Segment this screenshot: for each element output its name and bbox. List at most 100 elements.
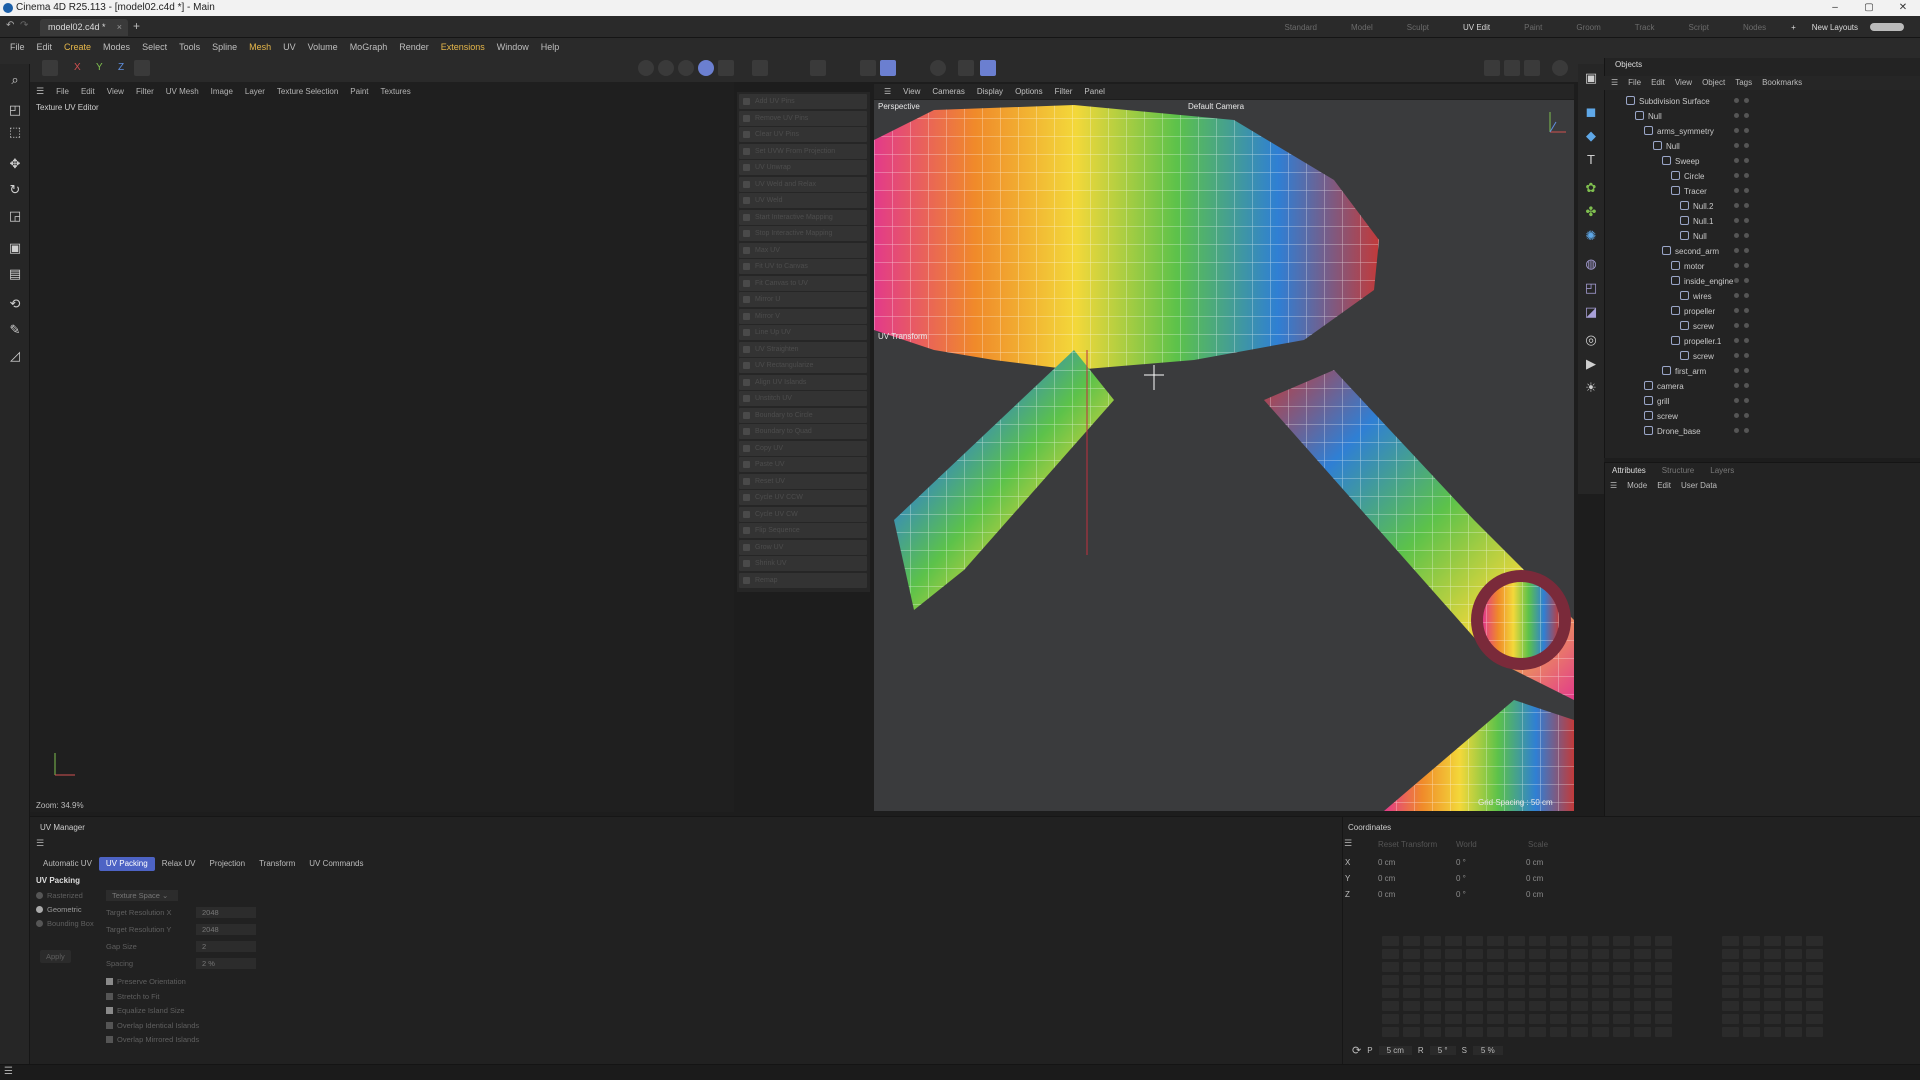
uv-command-item[interactable]: Mirror U	[739, 292, 867, 307]
uv-command-item[interactable]: Line Up UV	[739, 325, 867, 340]
menu-mesh[interactable]: Mesh	[243, 38, 277, 56]
object-tree-item[interactable]: Drone_base	[1644, 424, 1701, 439]
layers-tab[interactable]: Layers	[1710, 466, 1734, 475]
packing-field-input[interactable]: 2048	[196, 924, 256, 935]
animation-key[interactable]	[1806, 1027, 1823, 1037]
polygons-mode-icon[interactable]	[678, 60, 694, 76]
keyframe-key[interactable]	[1466, 936, 1483, 946]
keyframe-key[interactable]	[1424, 1001, 1441, 1011]
keyframe-key[interactable]	[1550, 1027, 1567, 1037]
keyframe-key[interactable]	[1529, 949, 1546, 959]
layout-sculpt[interactable]: Sculpt	[1390, 23, 1446, 32]
tab-transform[interactable]: Transform	[252, 857, 302, 871]
animation-key[interactable]	[1722, 1014, 1739, 1024]
keyframe-key[interactable]	[1508, 962, 1525, 972]
menu-window[interactable]: Window	[491, 38, 535, 56]
keyframe-key[interactable]	[1466, 975, 1483, 985]
uv-command-item[interactable]: Boundary to Quad	[739, 424, 867, 439]
visibility-dots-icon[interactable]	[1734, 426, 1764, 437]
snap-p-field[interactable]: 5 cm	[1378, 1046, 1412, 1055]
keyframe-key[interactable]	[1655, 1014, 1672, 1024]
object-tree-item[interactable]: wires	[1680, 289, 1712, 304]
viewport-menu-options[interactable]: Options	[1009, 84, 1049, 99]
add-layout-button[interactable]: +	[1783, 23, 1804, 32]
points-mode-icon[interactable]	[638, 60, 654, 76]
select-tool-icon[interactable]: ◰	[7, 102, 23, 118]
keyframe-key[interactable]	[1634, 1001, 1651, 1011]
uv-transform-icon[interactable]: ▤	[7, 266, 23, 282]
uv-command-item[interactable]: UV Rectangularize	[739, 358, 867, 373]
layout-standard[interactable]: Standard	[1267, 23, 1333, 32]
keyframe-key[interactable]	[1445, 949, 1462, 959]
keyframe-key[interactable]	[1529, 1014, 1546, 1024]
uv-command-item[interactable]: Boundary to Circle	[739, 407, 867, 423]
keyframe-key[interactable]	[1550, 975, 1567, 985]
keyframe-key[interactable]	[1655, 1001, 1672, 1011]
keyframe-key[interactable]	[1424, 1027, 1441, 1037]
visibility-dots-icon[interactable]	[1734, 366, 1764, 377]
visibility-dots-icon[interactable]	[1734, 336, 1764, 347]
object-tree-item[interactable]: inside_engine	[1671, 274, 1733, 289]
keyframe-key[interactable]	[1571, 1014, 1588, 1024]
search-icon[interactable]: ⌕	[7, 72, 23, 88]
keyframe-key[interactable]	[1403, 1027, 1420, 1037]
menu-mograph[interactable]: MoGraph	[344, 38, 394, 56]
keyframe-key[interactable]	[1403, 975, 1420, 985]
generator-icon[interactable]: ✿	[1583, 180, 1599, 196]
packing-field-input[interactable]: 2	[196, 941, 256, 952]
keyframe-key[interactable]	[1592, 988, 1609, 998]
visibility-dots-icon[interactable]	[1734, 216, 1764, 227]
keyframe-key[interactable]	[1466, 988, 1483, 998]
uv-command-item[interactable]: Shrink UV	[739, 556, 867, 571]
keyframe-key[interactable]	[1424, 962, 1441, 972]
uv-command-item[interactable]: UV Weld and Relax	[739, 176, 867, 192]
menu-volume[interactable]: Volume	[302, 38, 344, 56]
live-select-icon[interactable]: ⬚	[7, 124, 23, 140]
uv-command-item[interactable]: Flip Sequence	[739, 523, 867, 538]
uv-grid-icon[interactable]	[880, 60, 896, 76]
uv-command-item[interactable]: Paste UV	[739, 457, 867, 472]
spline-icon[interactable]: ◆	[1583, 128, 1599, 144]
workplane-icon[interactable]	[930, 60, 946, 76]
keyframe-key[interactable]	[1550, 962, 1567, 972]
keyframe-key[interactable]	[1445, 1001, 1462, 1011]
uv-command-item[interactable]: UV Unwrap	[739, 160, 867, 175]
keyframe-key[interactable]	[1508, 936, 1525, 946]
packing-option-checkbox[interactable]: Stretch to Fit	[106, 992, 160, 1001]
snap-s-field[interactable]: 5 %	[1472, 1046, 1503, 1055]
layout-toggle[interactable]	[1870, 23, 1904, 31]
keyframe-key[interactable]	[1487, 975, 1504, 985]
keyframe-key[interactable]	[1550, 1014, 1567, 1024]
keyframe-key[interactable]	[1592, 962, 1609, 972]
visibility-dots-icon[interactable]	[1734, 141, 1764, 152]
snap-refresh-icon[interactable]: ⟳	[1352, 1044, 1361, 1057]
object-tree-item[interactable]: grill	[1644, 394, 1669, 409]
uv-command-item[interactable]: Cycle UV CCW	[739, 490, 867, 505]
animation-key[interactable]	[1764, 975, 1781, 985]
visibility-dots-icon[interactable]	[1734, 231, 1764, 242]
position-field[interactable]: 0 cm	[1378, 890, 1395, 899]
objects-menu-toggle-icon[interactable]: ☰	[1606, 76, 1623, 90]
tab-uv-commands[interactable]: UV Commands	[302, 857, 370, 871]
visibility-dots-icon[interactable]	[1734, 126, 1764, 137]
3d-viewport[interactable]: Perspective Default Camera UV Transform …	[874, 100, 1574, 811]
object-tree-item[interactable]: Circle	[1671, 169, 1704, 184]
keyframe-key[interactable]	[1508, 1001, 1525, 1011]
uv-menu-uv-mesh[interactable]: UV Mesh	[160, 87, 205, 96]
uv-menu-filter[interactable]: Filter	[130, 87, 160, 96]
packing-field-input[interactable]: 2048	[196, 907, 256, 918]
uv-command-item[interactable]: Align UV Islands	[739, 374, 867, 390]
keyframe-key[interactable]	[1613, 1027, 1630, 1037]
uv-command-item[interactable]: Grow UV	[739, 539, 867, 555]
objects-menu-edit[interactable]: Edit	[1646, 76, 1670, 90]
render-view-icon[interactable]: ▣	[1583, 70, 1599, 86]
render-settings-icon[interactable]	[1524, 60, 1540, 76]
uv-command-item[interactable]: UV Weld	[739, 193, 867, 208]
animation-key[interactable]	[1806, 975, 1823, 985]
keyframe-key[interactable]	[1466, 1027, 1483, 1037]
animation-key[interactable]	[1764, 1027, 1781, 1037]
uv-manager-menu-icon[interactable]: ☰	[36, 838, 44, 849]
uv-command-item[interactable]: Start Interactive Mapping	[739, 209, 867, 225]
keyframe-key[interactable]	[1634, 1014, 1651, 1024]
menu-spline[interactable]: Spline	[206, 38, 243, 56]
